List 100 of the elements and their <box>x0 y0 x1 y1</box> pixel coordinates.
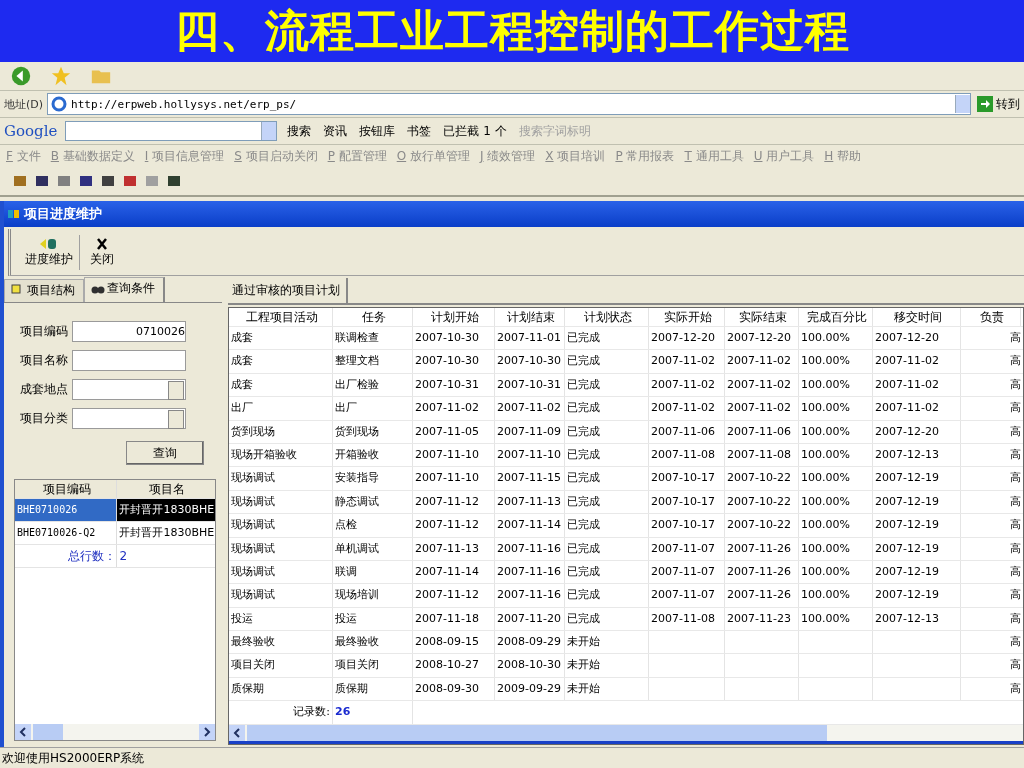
toolbar-icon[interactable] <box>78 173 94 189</box>
column-header[interactable]: 完成百分比 <box>799 308 873 326</box>
table-cell: 2007-10-22 <box>727 494 791 508</box>
app-icon <box>8 208 20 220</box>
table-cell: 最终验收 <box>335 635 379 649</box>
table-cell: 2008-09-15 <box>415 635 479 649</box>
table-cell: 2007-11-10 <box>497 447 561 461</box>
table-cell: 2007-12-19 <box>875 518 939 532</box>
column-header[interactable]: 计划开始 <box>413 308 495 326</box>
search-button[interactable]: 搜索 <box>285 122 314 140</box>
table-cell: 已完成 <box>567 471 600 485</box>
table-cell: 现场调试 <box>231 471 275 485</box>
query-button[interactable]: 查询 <box>126 441 204 465</box>
toolbar-button[interactable]: 资讯 <box>321 122 350 140</box>
table-cell: 出厂检验 <box>335 377 379 391</box>
back-icon[interactable] <box>10 65 32 87</box>
table-cell: 静态调试 <box>335 494 379 508</box>
table-cell: 2007-11-10 <box>415 471 479 485</box>
toolbar-button[interactable]: 已拦截 1 个 <box>441 122 509 140</box>
tab[interactable]: 项目结构 <box>4 279 84 302</box>
google-search-field[interactable] <box>65 121 278 141</box>
toolbar-icon[interactable] <box>100 173 116 189</box>
table-cell: 2007-10-30 <box>415 354 479 368</box>
table-cell: 2007-11-02 <box>651 401 715 415</box>
table-cell: 100.00% <box>801 518 850 532</box>
go-button[interactable]: 转到 <box>975 95 1020 113</box>
address-field[interactable]: http://erpweb.hollysys.net/erp_ps/ <box>47 93 971 115</box>
table-cell: 现场调试 <box>231 564 275 578</box>
table-cell: 2007-11-05 <box>415 424 479 438</box>
table-cell: 2007-12-19 <box>875 564 939 578</box>
table-cell: 点检 <box>335 518 357 532</box>
table-cell: 2007-10-30 <box>497 354 561 368</box>
table-cell: 已完成 <box>567 518 600 532</box>
toolbar-button[interactable]: 书签 <box>405 122 434 140</box>
table-cell: 2007-11-12 <box>415 518 479 532</box>
column-header[interactable]: 实际开始 <box>649 308 725 326</box>
table-cell: 现场调试 <box>231 518 275 532</box>
table-cell: 2007-11-16 <box>497 564 561 578</box>
column-header[interactable]: 移交时间 <box>873 308 961 326</box>
dropdown-field[interactable] <box>72 408 186 429</box>
column-header[interactable]: 工程项目活动 <box>229 308 333 326</box>
table-cell: 2007-10-31 <box>415 377 479 391</box>
table-cell: 2007-10-30 <box>415 331 479 344</box>
column-header[interactable]: 任务 <box>333 308 413 326</box>
table-cell: 2007-11-09 <box>497 424 561 438</box>
table-cell: 2007-11-10 <box>415 447 479 461</box>
table-cell: 已完成 <box>567 377 600 391</box>
table-cell: 2007-11-23 <box>727 611 791 625</box>
dropdown-field[interactable] <box>72 379 186 400</box>
table-cell: 2007-12-19 <box>875 588 939 602</box>
table-cell: 高 <box>1010 588 1021 602</box>
column-header[interactable]: 计划结束 <box>495 308 565 326</box>
scroll-left-icon[interactable] <box>15 724 31 740</box>
table-cell: 2007-11-02 <box>497 401 561 415</box>
table-cell: 2007-11-12 <box>415 494 479 508</box>
table-cell: 高 <box>1010 541 1021 555</box>
input-field[interactable]: 0710026 <box>72 321 186 342</box>
table-cell: 已完成 <box>567 331 600 344</box>
table-cell: 安装指导 <box>335 471 379 485</box>
horizontal-scrollbar[interactable] <box>15 724 215 740</box>
table-cell: 2007-12-20 <box>875 424 939 438</box>
tab[interactable]: 查询条件 <box>84 277 165 302</box>
table-cell: 2007-11-07 <box>651 564 715 578</box>
column-header[interactable]: 计划状态 <box>565 308 649 326</box>
toolbar-button[interactable]: 关闭 <box>84 234 120 270</box>
toolbar-icon[interactable] <box>122 173 138 189</box>
table-cell: 未开始 <box>567 681 600 695</box>
table-cell: 2007-11-13 <box>415 541 479 555</box>
table-cell: 2007-10-22 <box>727 471 791 485</box>
arrow-cylinder-icon <box>40 236 58 251</box>
column-header[interactable]: 项目名 <box>117 480 215 498</box>
table-cell: 高 <box>1010 471 1021 485</box>
table-cell: 2007-11-26 <box>727 541 791 555</box>
grid-row[interactable]: BHE0710026-Q2 开封晋开1830BHE <box>15 522 215 545</box>
google-logo: Google <box>4 122 58 140</box>
grid-row[interactable]: BHE0710026 开封晋开1830BHE <box>15 499 215 522</box>
column-header[interactable]: 项目编码 <box>15 480 118 498</box>
table-cell: 未开始 <box>567 635 600 649</box>
table-cell: 100.00% <box>801 447 850 461</box>
table-cell: 高 <box>1010 331 1021 344</box>
table-cell: 100.00% <box>801 611 850 625</box>
table-cell: 2008-09-30 <box>415 681 479 695</box>
input-field[interactable] <box>72 350 186 371</box>
scroll-right-icon[interactable] <box>199 724 215 740</box>
table-cell: 高 <box>1010 658 1021 672</box>
toolbar-icon[interactable] <box>34 173 50 189</box>
toolbar-button[interactable]: 进度维护 <box>19 234 80 270</box>
table-cell: 100.00% <box>801 541 850 555</box>
column-header[interactable]: 实际结束 <box>725 308 799 326</box>
table-cell: 高 <box>1010 681 1021 695</box>
toolbar-icon[interactable] <box>166 173 182 189</box>
toolbar-button[interactable]: 按钮库 <box>357 122 398 140</box>
scroll-thumb[interactable] <box>33 724 63 740</box>
table-cell: 2007-11-15 <box>497 471 561 485</box>
column-header[interactable]: 负责 <box>961 308 1021 326</box>
star-icon[interactable] <box>50 65 72 87</box>
table-cell: 投运 <box>335 611 357 625</box>
table-cell: 2007-11-02 <box>415 401 479 415</box>
total-count: 2 <box>118 548 129 565</box>
table-cell: 2007-11-26 <box>727 564 791 578</box>
